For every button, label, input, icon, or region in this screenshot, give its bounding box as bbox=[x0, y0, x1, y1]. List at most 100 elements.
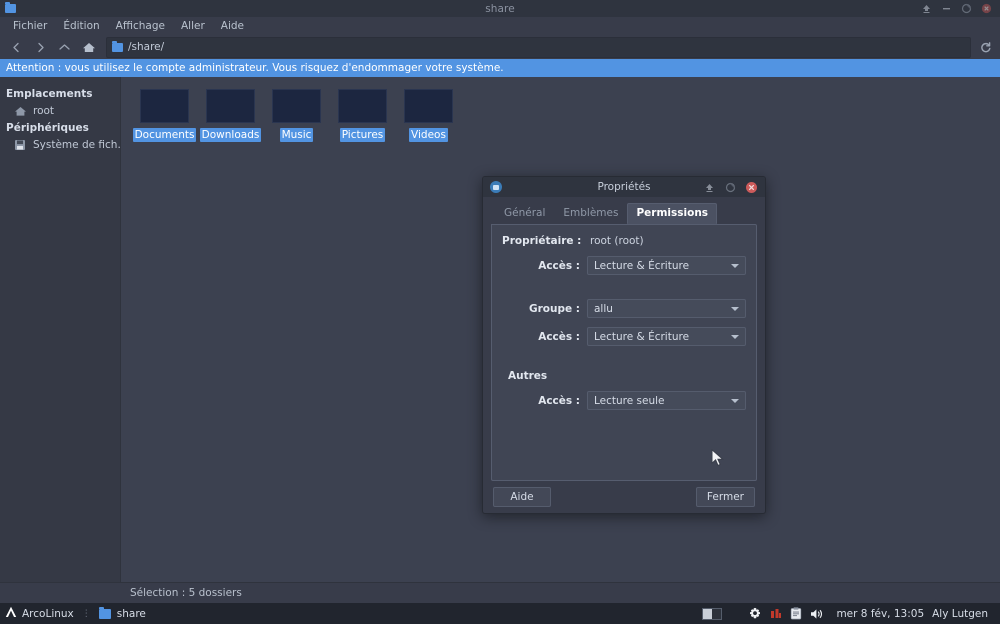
home-folder-icon bbox=[14, 105, 27, 117]
group-access-select[interactable]: Lecture & Écriture bbox=[587, 327, 746, 346]
help-button[interactable]: Aide bbox=[493, 487, 551, 507]
owner-value: root (root) bbox=[590, 235, 644, 247]
permissions-grid: Propriétaire : root (root) Accès : Lectu… bbox=[502, 235, 746, 410]
up-button[interactable] bbox=[54, 37, 75, 57]
close-icon[interactable] bbox=[746, 181, 757, 193]
user-label[interactable]: Aly Lutgen bbox=[932, 608, 992, 620]
group-value: allu bbox=[594, 302, 613, 315]
others-label: Autres bbox=[508, 370, 548, 382]
sidebar: Emplacements root Périphériques Système … bbox=[0, 77, 121, 582]
sidebar-item-root[interactable]: root bbox=[0, 103, 120, 119]
tab-emblemes[interactable]: Emblèmes bbox=[554, 203, 627, 224]
network-icon[interactable] bbox=[770, 608, 782, 620]
chevron-down-icon bbox=[731, 263, 739, 268]
dialog-window-controls bbox=[704, 181, 765, 193]
grid-spacer bbox=[502, 284, 746, 290]
maximize-icon[interactable] bbox=[725, 182, 736, 193]
close-button[interactable]: Fermer bbox=[695, 487, 755, 507]
sidebar-section-emplacements: Emplacements bbox=[6, 88, 93, 100]
window-controls bbox=[921, 3, 1000, 14]
owner-access-select[interactable]: Lecture & Écriture bbox=[587, 256, 746, 275]
shade-icon[interactable] bbox=[704, 182, 715, 193]
admin-warning-text: Attention : vous utilisez le compte admi… bbox=[6, 62, 504, 74]
clock[interactable]: mer 8 fév, 13:05 bbox=[832, 608, 924, 620]
others-access-label: Accès : bbox=[538, 394, 580, 407]
dialog-titlebar[interactable]: Propriétés bbox=[483, 177, 765, 197]
window-titlebar[interactable]: share bbox=[0, 0, 1000, 17]
app-menu-label: ArcoLinux bbox=[22, 607, 74, 620]
group-access-label: Accès : bbox=[538, 330, 580, 343]
owner-label: Propriétaire : bbox=[502, 235, 582, 247]
maximize-icon[interactable] bbox=[961, 3, 972, 14]
folder-icon bbox=[404, 89, 453, 123]
others-access-select[interactable]: Lecture seule bbox=[587, 391, 746, 410]
grid-spacer bbox=[502, 355, 746, 361]
file-item-pictures[interactable]: Pictures bbox=[337, 89, 388, 142]
drive-icon bbox=[14, 139, 27, 151]
speaker-icon[interactable] bbox=[810, 608, 824, 620]
folder-icon bbox=[112, 40, 123, 52]
file-item-documents[interactable]: Documents bbox=[132, 89, 197, 142]
file-item-label: Downloads bbox=[199, 128, 262, 142]
taskbar: ArcoLinux ⋮ share mer 8 fév, 13:05 Aly L… bbox=[0, 603, 1000, 624]
toolbar: /share/ bbox=[0, 35, 1000, 59]
menubar: Fichier Édition Affichage Aller Aide bbox=[0, 17, 1000, 35]
menu-aide[interactable]: Aide bbox=[214, 18, 251, 34]
sidebar-item-label: Système de fich... bbox=[33, 139, 120, 151]
taskbar-task-share[interactable]: share bbox=[93, 606, 152, 620]
owner-access-label: Accès : bbox=[538, 259, 580, 272]
file-item-label: Pictures bbox=[339, 128, 386, 142]
taskbar-separator: ⋮ bbox=[81, 608, 91, 619]
group-select[interactable]: allu bbox=[587, 299, 746, 318]
chevron-down-icon bbox=[731, 398, 739, 403]
file-item-label: Videos bbox=[409, 128, 448, 142]
folder-icon bbox=[98, 606, 111, 619]
shade-icon[interactable] bbox=[921, 3, 932, 14]
file-item-videos[interactable]: Videos bbox=[403, 89, 454, 142]
app-menu-button[interactable]: ArcoLinux bbox=[5, 606, 80, 621]
folder-icon bbox=[338, 89, 387, 123]
gear-icon[interactable] bbox=[748, 607, 762, 621]
reload-button[interactable] bbox=[976, 38, 994, 57]
workspace-pager[interactable] bbox=[702, 607, 723, 620]
statusbar: Sélection : 5 dossiers bbox=[0, 582, 1000, 603]
menu-aller[interactable]: Aller bbox=[174, 18, 212, 34]
sidebar-section-peripheriques: Périphériques bbox=[6, 122, 89, 134]
window-title: share bbox=[485, 2, 515, 15]
menu-fichier[interactable]: Fichier bbox=[6, 18, 54, 34]
chevron-down-icon bbox=[731, 334, 739, 339]
folder-icon bbox=[140, 89, 189, 123]
folder-icon bbox=[206, 89, 255, 123]
menu-affichage[interactable]: Affichage bbox=[109, 18, 172, 34]
sidebar-item-filesystem[interactable]: Système de fich... bbox=[0, 137, 120, 153]
file-item-label: Music bbox=[279, 128, 314, 142]
tab-general[interactable]: Général bbox=[495, 203, 554, 224]
file-item-music[interactable]: Music bbox=[271, 89, 322, 142]
others-access-value: Lecture seule bbox=[594, 394, 665, 407]
folder-icon bbox=[272, 89, 321, 123]
permissions-panel: Propriétaire : root (root) Accès : Lectu… bbox=[491, 224, 757, 481]
file-item-label: Documents bbox=[132, 128, 197, 142]
system-tray: mer 8 fév, 13:05 Aly Lutgen bbox=[702, 607, 995, 621]
group-label: Groupe : bbox=[529, 302, 580, 315]
dialog-tabs: Général Emblèmes Permissions bbox=[483, 197, 765, 224]
owner-access-value: Lecture & Écriture bbox=[594, 259, 690, 272]
path-text: /share/ bbox=[128, 41, 165, 53]
sidebar-item-label: root bbox=[33, 105, 55, 117]
selection-status-text: Sélection : 5 dossiers bbox=[130, 587, 242, 599]
group-access-value: Lecture & Écriture bbox=[594, 330, 690, 343]
close-icon[interactable] bbox=[981, 3, 992, 14]
file-item-downloads[interactable]: Downloads bbox=[199, 89, 262, 142]
taskbar-task-label: share bbox=[116, 607, 146, 620]
properties-dialog: Propriétés Général Emblèmes Permissions … bbox=[482, 176, 766, 514]
back-button[interactable] bbox=[6, 37, 27, 57]
icon-grid: Documents Downloads Music Pictures Video… bbox=[132, 89, 1000, 142]
forward-button[interactable] bbox=[30, 37, 51, 57]
clipboard-icon[interactable] bbox=[790, 607, 802, 620]
tab-permissions[interactable]: Permissions bbox=[627, 203, 718, 224]
home-button[interactable] bbox=[78, 37, 99, 57]
admin-warning-banner: Attention : vous utilisez le compte admi… bbox=[0, 59, 1000, 77]
menu-edition[interactable]: Édition bbox=[56, 18, 106, 34]
path-entry[interactable]: /share/ bbox=[106, 36, 971, 58]
minimize-icon[interactable] bbox=[941, 3, 952, 14]
